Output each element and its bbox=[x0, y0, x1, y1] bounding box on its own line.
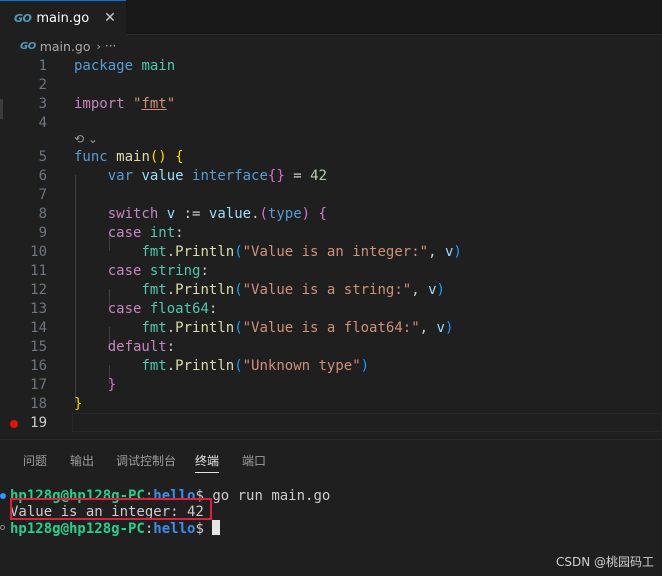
breadcrumb: GO main.go › ··· bbox=[0, 35, 662, 57]
code-line: default: bbox=[107, 339, 176, 355]
go-file-icon: GO bbox=[14, 11, 32, 25]
tab-terminal[interactable]: 终端 bbox=[195, 452, 220, 473]
output-highlight-box bbox=[10, 498, 212, 520]
code-line: switch v := value.(type) { bbox=[107, 206, 327, 222]
go-file-icon: GO bbox=[20, 40, 36, 52]
line-number: 2 bbox=[38, 77, 47, 93]
code-line: case string: bbox=[107, 263, 209, 279]
chevron-down-icon: ⌄ bbox=[87, 132, 98, 146]
code-line: fmt.Println("Value is a string:", v) bbox=[141, 282, 445, 298]
watermark: CSDN @桃园码工 bbox=[556, 555, 655, 569]
tab-output[interactable]: 输出 bbox=[70, 452, 94, 472]
panel-tab-bar: 问题 输出 调试控制台 终端 端口 bbox=[0, 440, 662, 478]
tab-debug-console[interactable]: 调试控制台 bbox=[116, 452, 176, 472]
tab-problems[interactable]: 问题 bbox=[23, 452, 47, 472]
code-line: } bbox=[74, 396, 83, 412]
line-number: 4 bbox=[38, 115, 47, 131]
code-line: package main bbox=[74, 58, 176, 74]
code-line: func main() { bbox=[74, 149, 184, 165]
line-number: 19 bbox=[30, 415, 47, 431]
code-line: case int: bbox=[107, 225, 184, 241]
code-line: var value interface{} = 42 bbox=[107, 168, 327, 184]
breadcrumb-file[interactable]: main.go bbox=[40, 39, 91, 54]
tab-label: main.go bbox=[36, 10, 90, 26]
more-icon[interactable]: ··· bbox=[105, 39, 116, 53]
code-line: case float64: bbox=[107, 301, 218, 317]
line-number: 7 bbox=[38, 187, 47, 203]
tab-ports[interactable]: 端口 bbox=[242, 452, 266, 472]
codelens[interactable]: ⟲ ⌄ bbox=[74, 131, 98, 148]
terminal-cursor bbox=[212, 520, 221, 535]
code-line: } bbox=[107, 377, 117, 393]
code-editor[interactable]: 1 2 3 4 5 6 7 8 9 10 11 12 13 14 15 16 1… bbox=[0, 57, 662, 439]
code-line: import "fmt" bbox=[74, 96, 176, 112]
editor-tab-bar: GO main.go ✕ bbox=[0, 0, 662, 35]
command-success-icon[interactable] bbox=[0, 493, 6, 499]
tab-main-go[interactable]: GO main.go ✕ bbox=[0, 0, 126, 35]
terminal-prompt-line: hp128g@hp128g-PC:hello$ bbox=[10, 520, 221, 537]
close-icon[interactable]: ✕ bbox=[102, 8, 118, 28]
code-line: fmt.Println("Unknown type") bbox=[141, 358, 370, 374]
codelens-icon: ⟲ bbox=[74, 132, 85, 146]
code-line: fmt.Println("Value is a float64:", v) bbox=[141, 320, 454, 336]
command-pending-icon[interactable] bbox=[0, 525, 5, 530]
chevron-right-icon: › bbox=[96, 39, 101, 53]
code-line: fmt.Println("Value is an integer:", v) bbox=[141, 244, 462, 260]
